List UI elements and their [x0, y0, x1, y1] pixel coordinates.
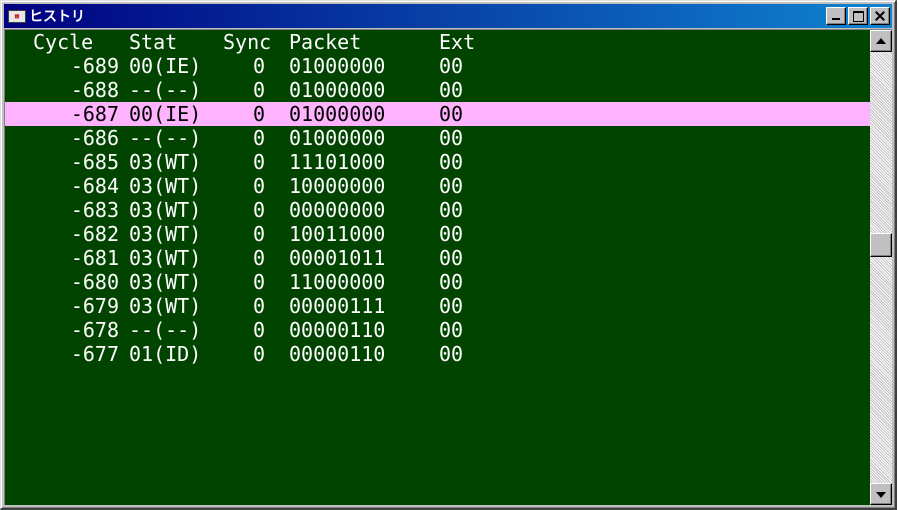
cell-sync: 0 — [252, 54, 266, 78]
cell-stat: 03(WT) — [129, 198, 202, 222]
cell-stat: 03(WT) — [129, 150, 202, 174]
cell-sync: 0 — [252, 102, 266, 126]
cell-sync: 0 — [252, 174, 266, 198]
cell-sync: 0 — [252, 126, 266, 150]
cell-packet: 00000111 — [289, 294, 386, 318]
cell-stat: --(--) — [129, 318, 202, 342]
column-header-row: Cycle Stat Sync Packet Ext — [5, 30, 870, 54]
cell-stat: --(--) — [129, 126, 202, 150]
history-row[interactable]: -682 03(WT) 0 10011000 00 — [5, 222, 870, 246]
cell-cycle: -680 — [70, 270, 119, 294]
history-row[interactable]: -688 --(--) 0 01000000 00 — [5, 78, 870, 102]
history-list[interactable]: Cycle Stat Sync Packet Ext -689 00(IE) 0 01… — [5, 30, 870, 505]
cell-stat: 00(IE) — [129, 102, 202, 126]
cell-packet: 00001011 — [289, 246, 386, 270]
cell-stat: 03(WT) — [129, 246, 202, 270]
cell-stat: 00(IE) — [129, 54, 202, 78]
column-header-sync: Sync — [223, 30, 272, 54]
cell-packet: 01000000 — [289, 54, 386, 78]
minimize-button[interactable] — [826, 7, 846, 25]
cell-ext: 00 — [439, 342, 464, 366]
history-row[interactable]: -679 03(WT) 0 00000111 00 — [5, 294, 870, 318]
history-row[interactable]: -678 --(--) 0 00000110 00 — [5, 318, 870, 342]
cell-ext: 00 — [439, 246, 464, 270]
cell-sync: 0 — [252, 294, 266, 318]
cell-packet: 01000000 — [289, 102, 386, 126]
cell-cycle: -679 — [70, 294, 119, 318]
history-row[interactable]: -677 01(ID) 0 00000110 00 — [5, 342, 870, 366]
cell-packet: 00000110 — [289, 318, 386, 342]
cell-sync: 0 — [252, 246, 266, 270]
cell-cycle: -684 — [70, 174, 119, 198]
cell-sync: 0 — [252, 318, 266, 342]
cell-stat: 03(WT) — [129, 294, 202, 318]
cell-cycle: -677 — [70, 342, 119, 366]
cell-ext: 00 — [439, 150, 464, 174]
history-row[interactable]: -681 03(WT) 0 00001011 00 — [5, 246, 870, 270]
history-row[interactable]: -687 00(IE) 0 01000000 00 — [5, 102, 870, 126]
history-view: Cycle Stat Sync Packet Ext -689 00(IE) 0 01… — [4, 29, 892, 505]
scroll-up-button[interactable] — [870, 30, 892, 52]
cell-packet: 00000110 — [289, 342, 386, 366]
column-header-stat: Stat — [129, 30, 178, 54]
cell-cycle: -687 — [70, 102, 119, 126]
title-bar[interactable]: ▦ ヒストリ — [4, 4, 892, 28]
cell-ext: 00 — [439, 318, 464, 342]
cell-packet: 01000000 — [289, 78, 386, 102]
vertical-scrollbar[interactable] — [870, 30, 892, 505]
cell-sync: 0 — [252, 222, 266, 246]
cell-packet: 11101000 — [289, 150, 386, 174]
cell-packet: 11000000 — [289, 270, 386, 294]
scroll-down-button[interactable] — [870, 483, 892, 505]
history-row[interactable]: -685 03(WT) 0 11101000 00 — [5, 150, 870, 174]
cell-stat: 03(WT) — [129, 270, 202, 294]
cell-ext: 00 — [439, 102, 464, 126]
cell-stat: --(--) — [129, 78, 202, 102]
cell-packet: 00000000 — [289, 198, 386, 222]
cell-ext: 00 — [439, 270, 464, 294]
window-controls — [824, 7, 890, 25]
history-row[interactable]: -680 03(WT) 0 11000000 00 — [5, 270, 870, 294]
cell-ext: 00 — [439, 54, 464, 78]
cell-ext: 00 — [439, 174, 464, 198]
history-row[interactable]: -683 03(WT) 0 00000000 00 — [5, 198, 870, 222]
history-row[interactable]: -689 00(IE) 0 01000000 00 — [5, 54, 870, 78]
cell-ext: 00 — [439, 78, 464, 102]
cell-packet: 10000000 — [289, 174, 386, 198]
cell-ext: 00 — [439, 222, 464, 246]
history-row[interactable]: -686 --(--) 0 01000000 00 — [5, 126, 870, 150]
cell-cycle: -683 — [70, 198, 119, 222]
cell-sync: 0 — [252, 198, 266, 222]
cell-sync: 0 — [252, 342, 266, 366]
history-window-icon[interactable]: ▦ — [8, 9, 26, 23]
cell-cycle: -682 — [70, 222, 119, 246]
column-header-packet: Packet — [289, 30, 362, 54]
maximize-button[interactable] — [848, 7, 868, 25]
cell-packet: 01000000 — [289, 126, 386, 150]
cell-sync: 0 — [252, 270, 266, 294]
history-window: ▦ ヒストリ Cycle Stat Sync Packet Ext -689 00… — [0, 0, 897, 510]
cell-cycle: -678 — [70, 318, 119, 342]
cell-packet: 10011000 — [289, 222, 386, 246]
cell-stat: 03(WT) — [129, 222, 202, 246]
cell-stat: 03(WT) — [129, 174, 202, 198]
cell-ext: 00 — [439, 198, 464, 222]
cell-sync: 0 — [252, 78, 266, 102]
cell-ext: 00 — [439, 294, 464, 318]
history-row[interactable]: -684 03(WT) 0 10000000 00 — [5, 174, 870, 198]
cell-ext: 00 — [439, 126, 464, 150]
column-header-ext: Ext — [439, 30, 476, 54]
cell-cycle: -685 — [70, 150, 119, 174]
cell-cycle: -688 — [70, 78, 119, 102]
cell-cycle: -681 — [70, 246, 119, 270]
cell-cycle: -689 — [70, 54, 119, 78]
cell-sync: 0 — [252, 150, 266, 174]
cell-stat: 01(ID) — [129, 342, 202, 366]
column-header-cycle: Cycle — [33, 30, 94, 54]
scroll-thumb[interactable] — [870, 233, 892, 257]
close-button[interactable] — [870, 7, 890, 25]
cell-cycle: -686 — [70, 126, 119, 150]
window-title: ヒストリ — [29, 9, 85, 25]
